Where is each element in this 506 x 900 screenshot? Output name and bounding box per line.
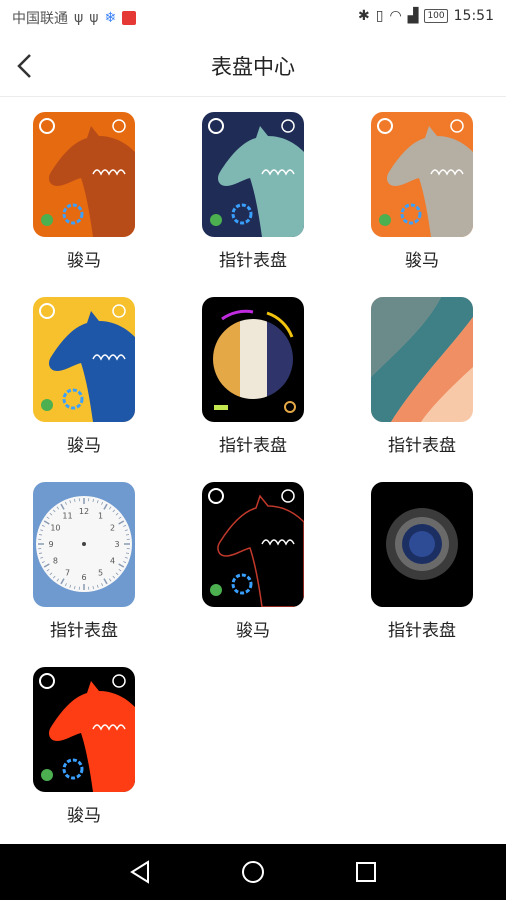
nav-back-button[interactable] xyxy=(124,856,156,888)
svg-text:7: 7 xyxy=(65,569,70,578)
svg-text:3: 3 xyxy=(114,540,119,549)
watch-face-label: 指针表盘 xyxy=(219,436,287,456)
svg-text:4: 4 xyxy=(110,557,115,566)
watch-face-preview-image xyxy=(371,482,473,607)
time-label: 15:51 xyxy=(453,8,494,24)
watch-face-label: 骏马 xyxy=(67,436,101,456)
watch-face-label: 指针表盘 xyxy=(219,251,287,271)
svg-text:10: 10 xyxy=(50,524,60,533)
notification-icon: ❄ xyxy=(104,10,117,26)
watch-face-item[interactable]: 骏马 xyxy=(169,466,337,651)
page-title: 表盘中心 xyxy=(211,55,295,79)
watch-face-item[interactable]: 1 2 3 4 5 6 7 8 9 10 11 12 指针表盘 xyxy=(0,466,168,651)
app-header: 表盘中心 xyxy=(0,36,506,97)
watch-face-preview-image: 1234567891011 12 xyxy=(33,482,135,607)
svg-text:12: 12 xyxy=(79,507,89,516)
watch-face-preview-image xyxy=(33,297,135,422)
watch-face-label: 骏马 xyxy=(405,251,439,271)
battery-icon: 100 xyxy=(424,9,448,23)
watch-face-label: 骏马 xyxy=(236,621,270,641)
watch-face-thumbnail[interactable] xyxy=(371,482,473,607)
watch-face-item[interactable]: 骏马 xyxy=(0,651,168,836)
navigation-bar xyxy=(0,844,506,900)
watch-face-label: 指针表盘 xyxy=(50,621,118,641)
vibrate-icon: ▯ xyxy=(375,8,384,24)
watch-face-item[interactable]: 骏马 xyxy=(338,96,506,281)
watch-face-item[interactable]: 指针表盘 xyxy=(169,96,337,281)
triangle-back-icon xyxy=(130,860,149,884)
status-bar: 中国联通 ψ ψ ❄ ✱ ▯ ◠ ▟ 100 15:51 xyxy=(0,0,506,36)
watch-face-thumbnail[interactable] xyxy=(202,112,304,237)
watch-face-thumbnail[interactable] xyxy=(33,667,135,792)
app-badge-icon xyxy=(122,11,137,25)
watch-face-thumbnail[interactable]: 1 2 3 4 5 6 7 8 9 10 11 12 xyxy=(33,482,135,607)
svg-text:6: 6 xyxy=(81,573,86,582)
nav-home-button[interactable] xyxy=(237,856,269,888)
watch-face-preview-image xyxy=(202,482,304,607)
signal-icon: ▟ xyxy=(407,8,419,24)
wifi-icon: ◠ xyxy=(389,8,402,24)
watch-face-thumbnail[interactable] xyxy=(202,297,304,422)
watch-face-thumbnail[interactable] xyxy=(371,112,473,237)
watch-face-label: 指针表盘 xyxy=(388,621,456,641)
watch-face-preview-image xyxy=(202,112,304,237)
watch-face-preview-image xyxy=(371,112,473,237)
watch-face-item[interactable]: 指针表盘 xyxy=(338,466,506,651)
watch-face-item[interactable]: 指针表盘 xyxy=(338,281,506,466)
usb-icon-2: ψ xyxy=(89,10,99,26)
watch-face-preview-image xyxy=(33,667,135,792)
status-right: ✱ ▯ ◠ ▟ 100 15:51 xyxy=(358,8,494,24)
watch-face-thumbnail[interactable] xyxy=(33,112,135,237)
watch-face-preview-image xyxy=(371,297,473,422)
usb-icon: ψ xyxy=(74,10,84,26)
svg-text:11: 11 xyxy=(62,511,72,520)
svg-text:8: 8 xyxy=(53,557,58,566)
svg-text:2: 2 xyxy=(110,524,115,533)
status-left: 中国联通 ψ ψ ❄ xyxy=(12,8,137,28)
watch-face-preview-image xyxy=(33,112,135,237)
watch-face-item[interactable]: 指针表盘 xyxy=(169,281,337,466)
watch-face-thumbnail[interactable] xyxy=(371,297,473,422)
watch-face-thumbnail[interactable] xyxy=(202,482,304,607)
watch-face-item[interactable]: 骏马 xyxy=(0,281,168,466)
watch-face-label: 骏马 xyxy=(67,806,101,826)
svg-text:9: 9 xyxy=(48,540,53,549)
bluetooth-icon: ✱ xyxy=(358,8,370,24)
svg-text:5: 5 xyxy=(98,569,103,578)
carrier-label: 中国联通 xyxy=(12,11,68,27)
watch-face-item[interactable]: 骏马 xyxy=(0,96,168,281)
svg-text:1: 1 xyxy=(98,511,103,520)
square-recent-icon xyxy=(356,862,376,882)
watch-face-label: 指针表盘 xyxy=(388,436,456,456)
circle-home-icon xyxy=(242,861,264,883)
nav-recent-button[interactable] xyxy=(350,856,382,888)
watch-face-thumbnail[interactable] xyxy=(33,297,135,422)
watch-face-label: 骏马 xyxy=(67,251,101,271)
watch-face-preview-image xyxy=(202,297,304,422)
